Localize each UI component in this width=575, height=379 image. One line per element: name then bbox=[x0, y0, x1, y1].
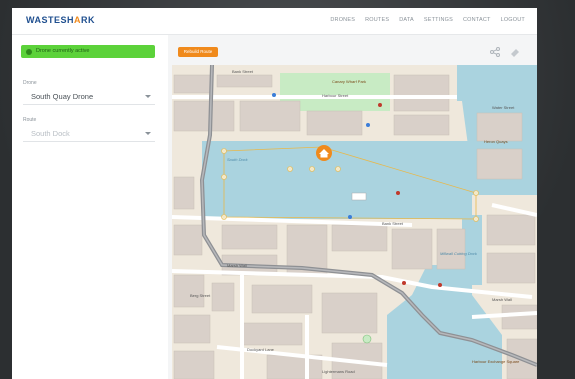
map-label-south-dock: South Dock bbox=[227, 157, 248, 162]
sidebar: Drone currently active Drone South Quay … bbox=[12, 35, 168, 379]
route-select-value: South Dock bbox=[31, 129, 70, 138]
status-text: Drone currently active bbox=[36, 48, 90, 54]
route-map[interactable]: Bank Street Canary Wharf Park Harbour St… bbox=[172, 65, 537, 379]
map-label-water-street: Water Street bbox=[492, 105, 515, 110]
main-panel: Rebuild Route Bank Street Canary Wharf P… bbox=[172, 35, 537, 379]
map-label-park: Canary Wharf Park bbox=[332, 79, 367, 84]
map-label-berg-street: Berg Street bbox=[190, 293, 211, 298]
chevron-down-icon bbox=[145, 95, 151, 98]
chevron-down-icon bbox=[145, 132, 151, 135]
wasteshark-logo[interactable]: WASTESHARK bbox=[26, 15, 95, 25]
drone-label: Drone bbox=[23, 80, 37, 86]
nav-routes[interactable]: ROUTES bbox=[365, 17, 389, 23]
map-canvas bbox=[172, 65, 537, 379]
nav-settings[interactable]: SETTINGS bbox=[424, 17, 453, 23]
map-label-lightermans-road: Lightermans Road bbox=[322, 369, 355, 374]
route-select[interactable]: South Dock bbox=[23, 127, 155, 142]
map-label-dockyard-lane: Dockyard Lane bbox=[247, 347, 274, 352]
eraser-icon[interactable] bbox=[509, 46, 521, 58]
app-window: WASTESHARK DRONES ROUTES DATA SETTINGS C… bbox=[12, 8, 537, 379]
map-label-harbour-street: Harbour Street bbox=[322, 93, 349, 98]
share-icon[interactable] bbox=[489, 46, 501, 58]
nav-drones[interactable]: DRONES bbox=[330, 17, 355, 23]
map-label-bank-street: Bank Street bbox=[232, 69, 253, 74]
map-label-heron-quays: Heron Quays bbox=[484, 139, 508, 144]
map-label-marsh-wall: Marsh Wall bbox=[227, 263, 247, 268]
map-label-harbour-exchange: Harbour Exchange Square bbox=[472, 359, 520, 364]
map-label-marsh-wall-2: Marsh Wall bbox=[492, 297, 512, 302]
map-label-bank-street-2: Bank Street bbox=[382, 221, 403, 226]
rebuild-route-button[interactable]: Rebuild Route bbox=[178, 47, 218, 57]
drone-select-value: South Quay Drone bbox=[31, 92, 94, 101]
nav-logout[interactable]: LOGOUT bbox=[501, 17, 525, 23]
status-dot-icon bbox=[26, 48, 32, 55]
drone-select[interactable]: South Quay Drone bbox=[23, 90, 155, 105]
drone-status-badge: Drone currently active bbox=[21, 45, 155, 58]
nav-contact[interactable]: CONTACT bbox=[463, 17, 491, 23]
map-label-millwall-cutting: Millwall Cutting Dock bbox=[440, 251, 477, 256]
route-label: Route bbox=[23, 117, 37, 123]
top-navbar: WASTESHARK DRONES ROUTES DATA SETTINGS C… bbox=[12, 8, 537, 35]
nav-data[interactable]: DATA bbox=[399, 17, 414, 23]
main-nav: DRONES ROUTES DATA SETTINGS CONTACT LOGO… bbox=[330, 17, 525, 23]
